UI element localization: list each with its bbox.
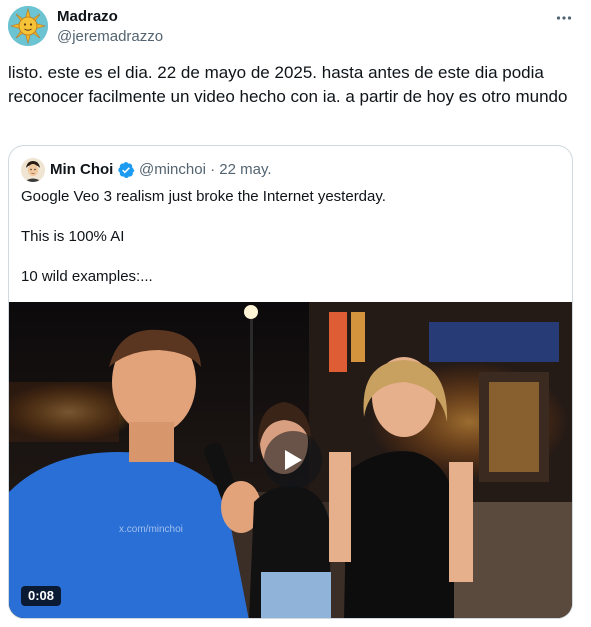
quote-meta: @minchoi · 22 may. (139, 161, 272, 179)
quoted-tweet-card[interactable]: Min Choi @minchoi · 22 may. Google Veo 3… (8, 145, 573, 619)
verified-badge-icon (118, 161, 135, 179)
video-player[interactable]: x.com/minchoi 0:08 (9, 302, 572, 618)
more-horizontal-icon (556, 16, 572, 20)
video-duration: 0:08 (21, 586, 62, 606)
quote-author-avatar[interactable] (21, 158, 45, 182)
play-button[interactable] (264, 431, 322, 489)
author-handle[interactable]: @jeremadrazzo (57, 28, 163, 46)
more-options-button[interactable] (552, 6, 576, 30)
play-icon (285, 450, 302, 470)
meta-separator: · (210, 161, 216, 178)
quote-text-line: Google Veo 3 realism just broke the Inte… (21, 188, 386, 205)
video-watermark: x.com/minchoi (119, 524, 183, 535)
tweet-text: listo. este es el dia. 22 de mayo de 202… (8, 63, 568, 106)
author-name[interactable]: Madrazo (57, 8, 118, 26)
author-avatar[interactable] (8, 6, 48, 46)
quote-text-line: 10 wild examples:... (21, 268, 153, 285)
person-avatar-icon (21, 158, 45, 182)
quote-author-handle[interactable]: @minchoi (139, 161, 206, 178)
tweet: Madrazo @jeremadrazzo listo. este es el … (0, 0, 591, 627)
quote-text-line: This is 100% AI (21, 228, 125, 245)
quote-author-name[interactable]: Min Choi (50, 161, 113, 179)
quote-date[interactable]: 22 may. (219, 161, 271, 178)
sun-avatar-icon (8, 6, 48, 46)
